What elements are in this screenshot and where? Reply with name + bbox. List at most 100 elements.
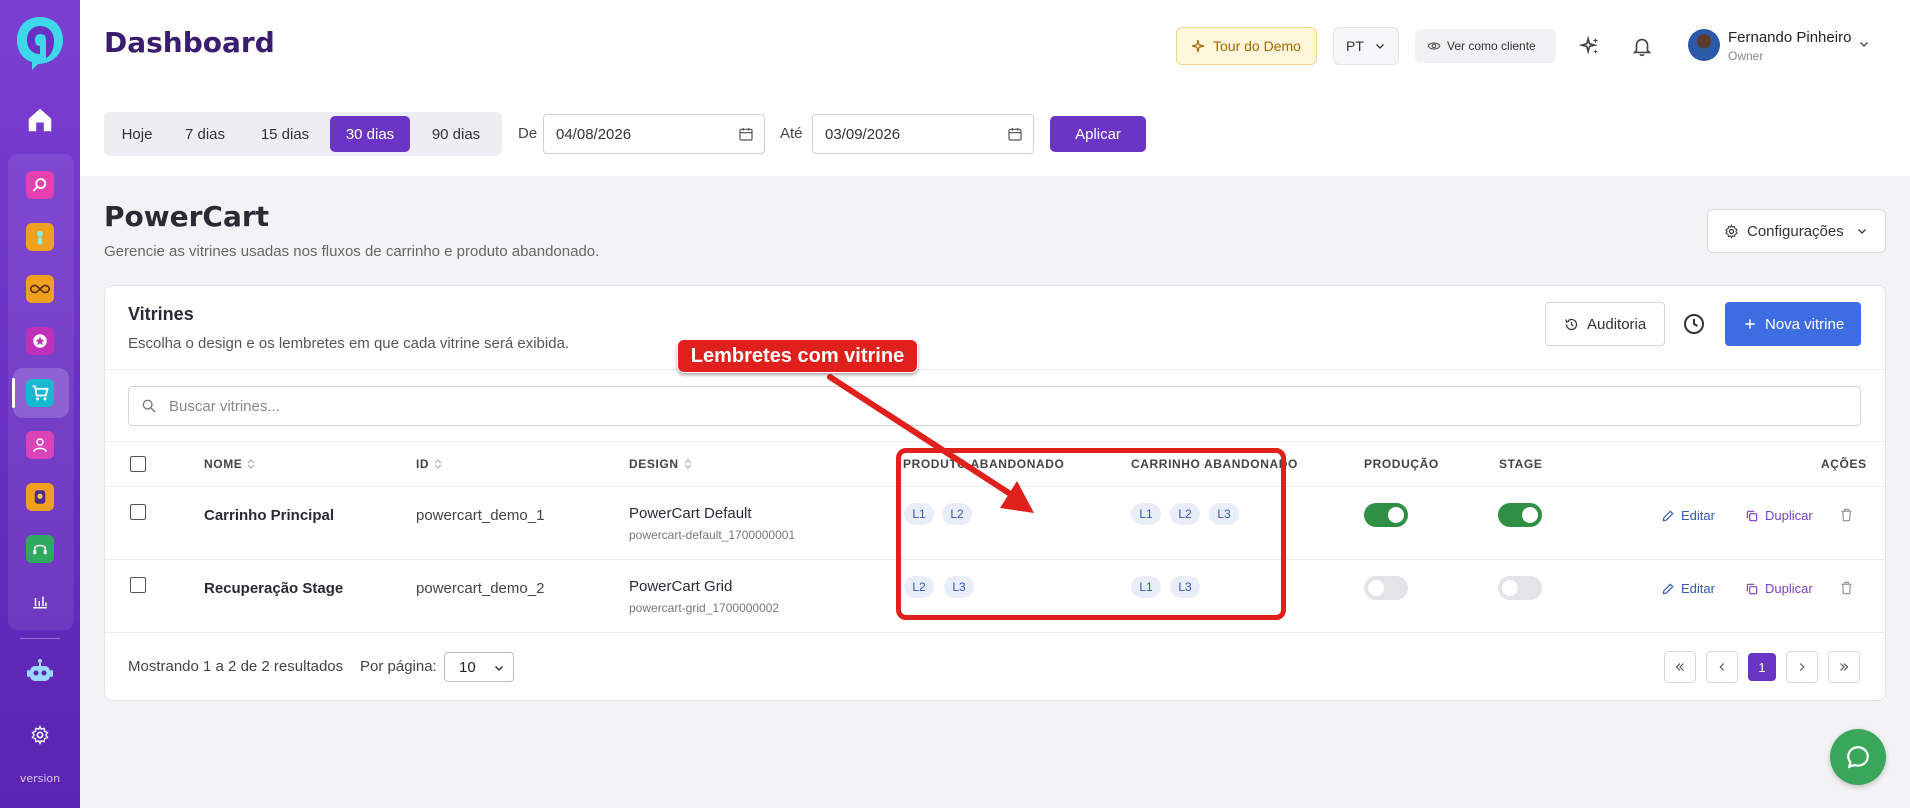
page-button-current[interactable]: 1	[1748, 653, 1776, 681]
range-90-days-button[interactable]: 90 dias	[414, 116, 498, 152]
sidebar-active-indicator	[12, 378, 15, 408]
chevron-right-icon	[1799, 663, 1805, 671]
chevron-down-icon[interactable]	[1858, 38, 1870, 50]
edit-button[interactable]: Editar	[1661, 508, 1715, 523]
tour-label: Tour do Demo	[1213, 38, 1301, 54]
avatar[interactable]	[1688, 29, 1720, 61]
user-app-icon[interactable]	[26, 223, 54, 251]
per-page-label: Por página:	[360, 658, 437, 675]
last-page-button[interactable]	[1828, 651, 1860, 683]
badge-app-icon[interactable]	[26, 483, 54, 511]
robot-icon[interactable]	[26, 658, 54, 686]
sidebar-divider	[20, 638, 60, 639]
column-label: PRODUÇÃO	[1364, 457, 1439, 471]
settings-label: Configurações	[1747, 222, 1844, 240]
production-toggle[interactable]	[1364, 576, 1408, 600]
clock-icon[interactable]	[1682, 312, 1706, 336]
chart-icon[interactable]	[26, 587, 54, 615]
select-all-checkbox[interactable]	[130, 456, 146, 472]
card-subtitle: Escolha o design e os lembretes em que c…	[128, 335, 570, 352]
row-design: PowerCart Grid	[629, 578, 733, 595]
apply-button[interactable]: Aplicar	[1050, 116, 1146, 152]
chevron-left-icon	[1719, 663, 1725, 671]
user-role: Owner	[1728, 49, 1764, 63]
view-as-client-label: Ver como cliente	[1447, 39, 1536, 53]
infinity-app-icon[interactable]	[26, 275, 54, 303]
column-header-name[interactable]: NOME	[204, 457, 256, 471]
trash-icon[interactable]	[1839, 580, 1854, 596]
new-showcase-button[interactable]: Nova vitrine	[1725, 302, 1861, 346]
cart-app-icon[interactable]	[26, 379, 54, 407]
page-title: Dashboard	[104, 26, 275, 59]
toggle-knob	[1502, 580, 1518, 596]
column-header-id[interactable]: ID	[416, 457, 443, 471]
duplicate-button[interactable]: Duplicar	[1745, 508, 1813, 523]
tour-button[interactable]: Tour do Demo	[1176, 27, 1317, 65]
section-subtitle: Gerencie as vitrines usadas nos fluxos d…	[104, 243, 600, 260]
search-input[interactable]	[169, 395, 1769, 417]
divider	[105, 441, 1885, 442]
audit-button[interactable]: Auditoria	[1545, 302, 1665, 346]
row-design-id: powercart-grid_1700000002	[629, 601, 780, 615]
annotation-label: Lembretes com vitrine	[677, 339, 918, 373]
first-page-button[interactable]	[1664, 651, 1696, 683]
trash-icon[interactable]	[1839, 507, 1854, 523]
column-header-design[interactable]: DESIGN	[629, 457, 693, 471]
person-app-icon[interactable]	[26, 431, 54, 459]
card-title: Vitrines	[128, 304, 194, 324]
home-icon[interactable]	[24, 104, 56, 136]
language-select[interactable]: PT	[1333, 27, 1399, 65]
range-15-days-button[interactable]: 15 dias	[244, 116, 326, 152]
settings-button[interactable]: Configurações	[1707, 209, 1886, 253]
range-7-days-button[interactable]: 7 dias	[170, 116, 240, 152]
row-checkbox[interactable]	[130, 577, 146, 593]
magic-sparkles-icon[interactable]	[1578, 34, 1602, 58]
app-logo[interactable]	[14, 14, 66, 72]
per-page-select[interactable]: 10	[444, 652, 514, 682]
toggle-knob	[1388, 507, 1404, 523]
duplicate-label: Duplicar	[1765, 508, 1813, 523]
from-date-value: 04/08/2026	[556, 125, 632, 143]
plus-icon	[1745, 319, 1755, 329]
support-app-icon[interactable]	[26, 535, 54, 563]
bell-icon[interactable]	[1630, 34, 1654, 58]
row-name: Recuperação Stage	[204, 580, 344, 597]
per-page-value: 10	[459, 658, 476, 676]
chevrons-right-icon	[1840, 663, 1849, 671]
range-30-days-button[interactable]: 30 dias	[330, 116, 410, 152]
column-header-actions: AÇÕES	[1821, 457, 1867, 471]
production-toggle[interactable]	[1364, 503, 1408, 527]
column-header-stage: STAGE	[1499, 457, 1542, 471]
row-design: PowerCart Default	[629, 505, 752, 522]
row-checkbox[interactable]	[130, 504, 146, 520]
calendar-icon	[1008, 128, 1022, 141]
row-id: powercart_demo_2	[416, 580, 545, 597]
duplicate-button[interactable]: Duplicar	[1745, 581, 1813, 596]
divider	[105, 369, 1885, 370]
chevron-down-icon	[1857, 229, 1866, 234]
audit-label: Auditoria	[1587, 315, 1647, 333]
edit-label: Editar	[1681, 508, 1715, 523]
copy-icon	[1746, 583, 1758, 594]
view-as-client-button[interactable]: Ver como cliente	[1415, 29, 1556, 63]
toggle-knob	[1522, 507, 1538, 523]
chevron-down-icon	[495, 666, 503, 671]
next-page-button[interactable]	[1786, 651, 1818, 683]
stage-toggle[interactable]	[1498, 576, 1542, 600]
star-app-icon[interactable]	[26, 327, 54, 355]
previous-page-button[interactable]	[1706, 651, 1738, 683]
to-label: Até	[780, 125, 803, 142]
version-label: version	[19, 772, 61, 785]
sort-icon	[434, 459, 442, 469]
range-today-button[interactable]: Hoje	[108, 116, 166, 152]
to-date-input[interactable]: 03/09/2026	[812, 114, 1034, 154]
chat-button[interactable]	[1830, 729, 1886, 785]
search-app-icon[interactable]	[26, 171, 54, 199]
from-date-input[interactable]: 04/08/2026	[543, 114, 765, 154]
results-summary: Mostrando 1 a 2 de 2 resultados	[128, 658, 344, 675]
edit-button[interactable]: Editar	[1661, 581, 1715, 596]
column-label: ID	[416, 457, 430, 471]
stage-toggle[interactable]	[1498, 503, 1542, 527]
gear-icon[interactable]	[26, 721, 54, 749]
search-field[interactable]	[128, 386, 1861, 426]
